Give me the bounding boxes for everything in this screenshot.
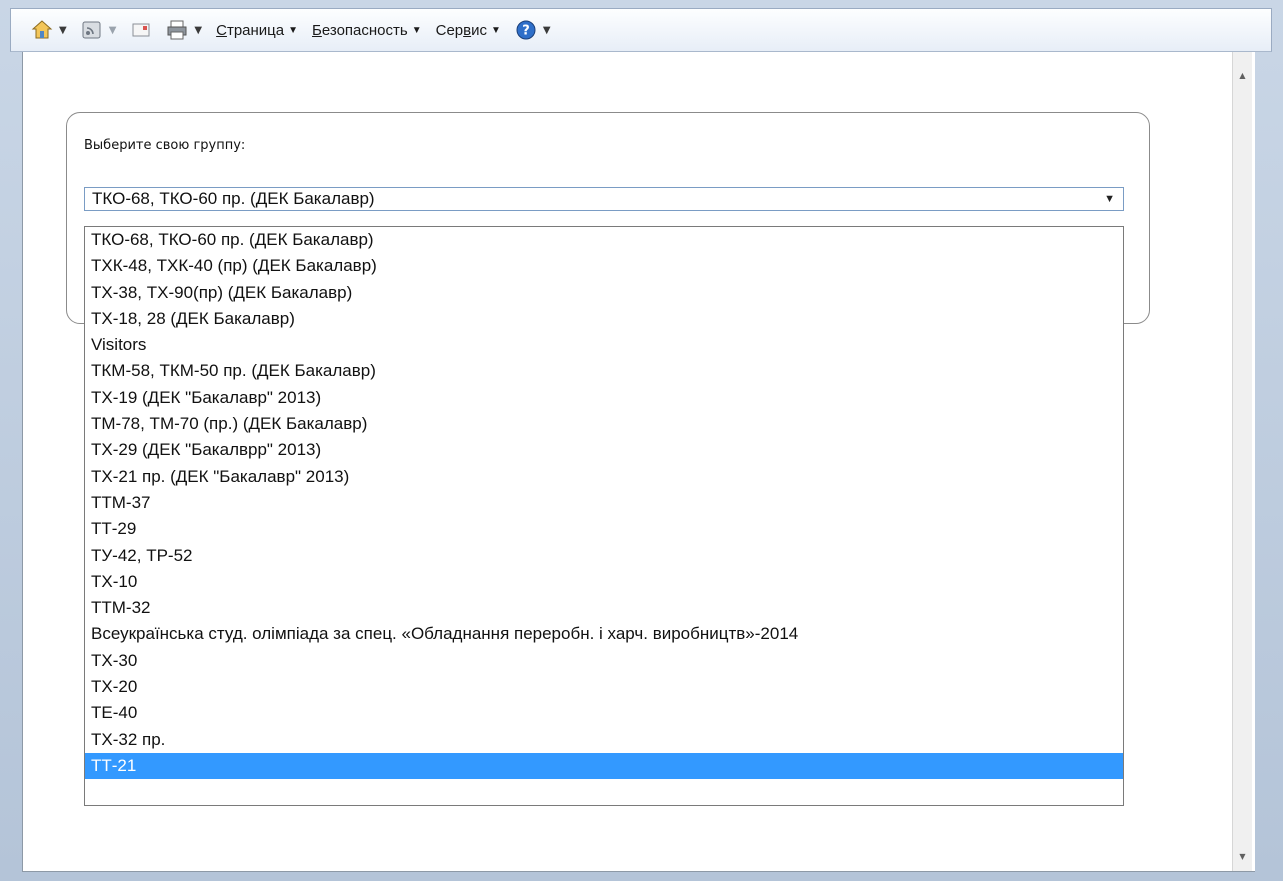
scroll-down-icon[interactable]: ▼ <box>1233 847 1252 867</box>
dropdown-option[interactable]: ТТМ-37 <box>85 490 1123 516</box>
print-button[interactable]: ▼ <box>166 19 202 41</box>
group-dropdown-list[interactable]: ТКО-68, ТКО-60 пр. (ДЕК Бакалавр) ТХК-48,… <box>84 226 1124 806</box>
chevron-down-icon[interactable]: ▼ <box>109 25 117 36</box>
dropdown-option[interactable]: ТКО-68, ТКО-60 пр. (ДЕК Бакалавр) <box>85 227 1123 253</box>
dropdown-option[interactable]: ТКМ-58, ТКМ-50 пр. (ДЕК Бакалавр) <box>85 358 1123 384</box>
mail-button[interactable] <box>130 19 152 41</box>
dropdown-option[interactable]: ТТ-29 <box>85 516 1123 542</box>
group-select-value: ТКО-68, ТКО-60 пр. (ДЕК Бакалавр) <box>92 189 375 208</box>
home-button[interactable]: ▼ <box>31 19 67 41</box>
dropdown-option[interactable]: ТМ-78, ТМ-70 (пр.) (ДЕК Бакалавр) <box>85 411 1123 437</box>
dropdown-option[interactable]: ТХ-29 (ДЕК "Бакалврр" 2013) <box>85 437 1123 463</box>
help-button[interactable]: ? ▼ <box>515 19 551 41</box>
home-icon <box>31 19 53 41</box>
dropdown-option[interactable]: ТХ-21 пр. (ДЕК "Бакалавр" 2013) <box>85 464 1123 490</box>
dropdown-option[interactable]: ТЕ-40 <box>85 700 1123 726</box>
chevron-down-icon: ▼ <box>288 24 299 36</box>
chevron-down-icon: ▼ <box>491 24 501 36</box>
dropdown-option[interactable]: Всеукраїнська студ. олімпіада за спец. «… <box>85 621 1123 647</box>
chevron-down-icon: ▼ <box>411 24 422 36</box>
dropdown-option[interactable]: ТТМ-32 <box>85 595 1123 621</box>
menu-page[interactable]: Страница ▼ <box>216 22 298 39</box>
chevron-down-icon[interactable]: ▼ <box>194 25 202 36</box>
svg-text:?: ? <box>522 24 530 39</box>
dropdown-option[interactable]: ТХ-19 (ДЕК "Бакалавр" 2013) <box>85 385 1123 411</box>
feeds-button[interactable]: ▼ <box>81 19 117 41</box>
help-icon: ? <box>515 19 537 41</box>
chevron-down-icon[interactable]: ▼ <box>1104 188 1115 210</box>
chevron-down-icon[interactable]: ▼ <box>59 25 67 36</box>
chevron-down-icon[interactable]: ▼ <box>543 25 551 36</box>
print-icon <box>166 19 188 41</box>
dropdown-option[interactable]: ТТ-21 <box>85 752 1123 780</box>
dropdown-option[interactable]: ТХ-30 <box>85 648 1123 674</box>
scroll-up-icon[interactable]: ▲ <box>1233 66 1252 86</box>
feeds-icon <box>81 19 103 41</box>
dropdown-option[interactable]: ТУ-42, ТР-52 <box>85 543 1123 569</box>
vertical-scrollbar[interactable]: ▲ ▼ <box>1232 52 1252 871</box>
mail-icon <box>130 19 152 41</box>
group-prompt-label: Выберите свою группу: <box>84 138 246 153</box>
menu-tools[interactable]: Сер в ис ▼ <box>436 22 501 39</box>
menu-safety[interactable]: Безопасность ▼ <box>312 22 422 39</box>
dropdown-option[interactable]: Visitors <box>85 332 1123 358</box>
dropdown-option[interactable]: ТХК-48, ТХК-40 (пр) (ДЕК Бакалавр) <box>85 253 1123 279</box>
dropdown-option[interactable]: ТХ-18, 28 (ДЕК Бакалавр) <box>85 306 1123 332</box>
dropdown-option[interactable]: ТХ-20 <box>85 674 1123 700</box>
dropdown-option[interactable]: ТХ-38, ТХ-90(пр) (ДЕК Бакалавр) <box>85 280 1123 306</box>
dropdown-option[interactable]: ТХ-10 <box>85 569 1123 595</box>
dropdown-option[interactable]: ТХ-32 пр. <box>85 727 1123 753</box>
command-bar: ▼ ▼ ▼ Страница ▼ Б езопасность ▼ Сер в и… <box>10 8 1272 52</box>
group-select[interactable]: ТКО-68, ТКО-60 пр. (ДЕК Бакалавр) ▼ <box>84 187 1124 211</box>
